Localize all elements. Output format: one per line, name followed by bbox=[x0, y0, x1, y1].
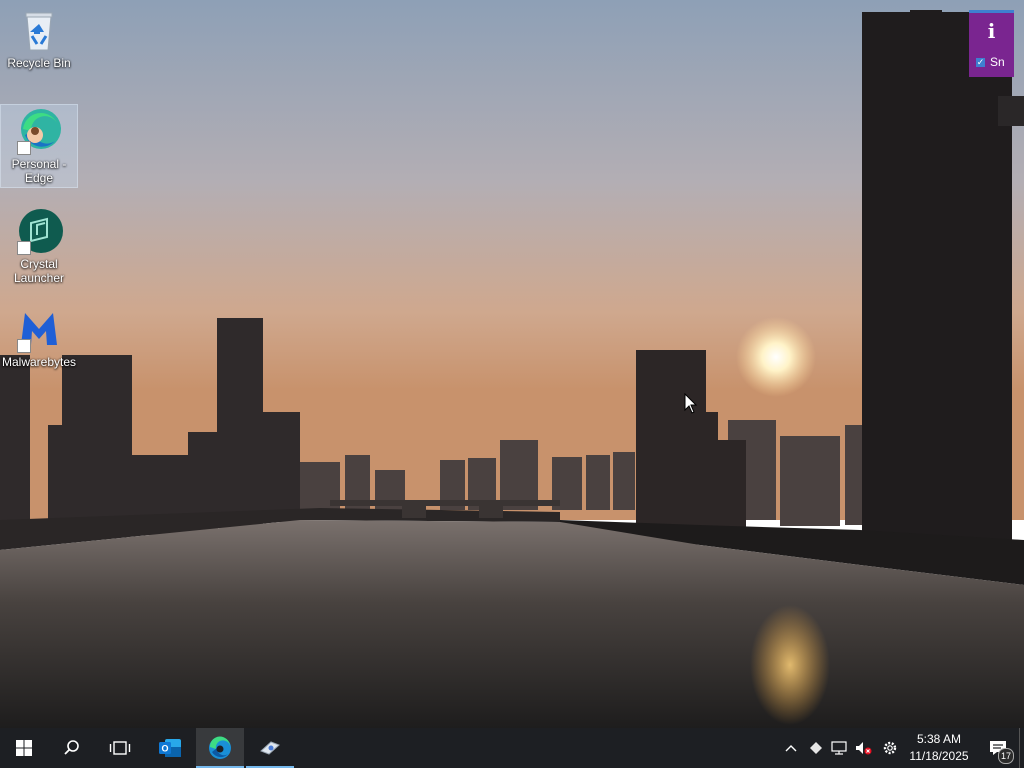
show-hidden-icons-chevron-icon[interactable] bbox=[781, 738, 801, 758]
desktop: Recycle Bin Personal - Edge Crystal Laun… bbox=[0, 0, 1024, 768]
notice-checkbox-label: Sn bbox=[990, 55, 1005, 69]
windows-start-icon bbox=[16, 740, 32, 756]
start-button[interactable] bbox=[0, 728, 48, 768]
taskbar-outlook-button[interactable]: O bbox=[146, 728, 194, 768]
desktop-icon-recycle-bin[interactable]: Recycle Bin bbox=[1, 4, 77, 76]
desktop-icon-malwarebytes[interactable]: Malwarebytes bbox=[1, 303, 77, 373]
search-icon bbox=[64, 740, 79, 755]
desktop-icon-label: Personal - Edge bbox=[11, 157, 67, 185]
network-icon[interactable] bbox=[829, 738, 849, 758]
search-button[interactable] bbox=[48, 728, 96, 768]
task-view-icon bbox=[109, 741, 131, 755]
desktop-icon-personal-edge[interactable]: Personal - Edge bbox=[0, 104, 78, 188]
desktop-icon-label: Recycle Bin bbox=[7, 56, 71, 70]
edge-icon bbox=[15, 107, 63, 155]
edge-icon bbox=[209, 736, 231, 759]
desktop-icon-label: Crystal Launcher bbox=[13, 257, 65, 285]
desktop-icon-label: Malwarebytes bbox=[1, 355, 77, 369]
app-icon bbox=[260, 741, 280, 755]
shortcut-arrow-icon bbox=[17, 141, 31, 155]
volume-muted-icon[interactable] bbox=[853, 738, 873, 758]
settings-gear-icon[interactable] bbox=[880, 738, 900, 758]
task-view-button[interactable] bbox=[96, 728, 144, 768]
notification-count-badge: 17 bbox=[998, 748, 1014, 764]
mouse-cursor-icon bbox=[684, 393, 698, 414]
wallpaper-image bbox=[0, 0, 1024, 728]
svg-text:O: O bbox=[161, 744, 168, 754]
desktop-icon-crystal-launcher[interactable]: Crystal Launcher bbox=[1, 205, 77, 287]
taskbar-edge-button[interactable] bbox=[196, 728, 244, 768]
info-notice-widget[interactable]: i ✓ Sn bbox=[969, 10, 1014, 77]
info-icon: i bbox=[987, 19, 996, 43]
recycle-bin-icon bbox=[15, 6, 63, 54]
shortcut-arrow-icon bbox=[17, 339, 31, 353]
clock-time: 5:38 AM bbox=[916, 732, 962, 746]
crystal-launcher-icon bbox=[15, 207, 63, 255]
clock-date: 11/18/2025 bbox=[909, 749, 969, 763]
taskbar-clock[interactable]: 5:38 AM 11/18/2025 bbox=[904, 731, 974, 765]
show-desktop-button[interactable] bbox=[1019, 728, 1024, 768]
shortcut-arrow-icon bbox=[17, 241, 31, 255]
action-center-button[interactable]: 17 bbox=[978, 728, 1018, 768]
taskbar-app-button[interactable] bbox=[246, 728, 294, 768]
defender-tray-icon[interactable] bbox=[806, 738, 826, 758]
malwarebytes-icon bbox=[15, 305, 63, 353]
outlook-icon: O bbox=[159, 739, 181, 757]
taskbar: O 5:38 AM 11/18/2025 17 bbox=[0, 728, 1024, 768]
checkbox-checked-icon[interactable]: ✓ bbox=[976, 57, 985, 67]
